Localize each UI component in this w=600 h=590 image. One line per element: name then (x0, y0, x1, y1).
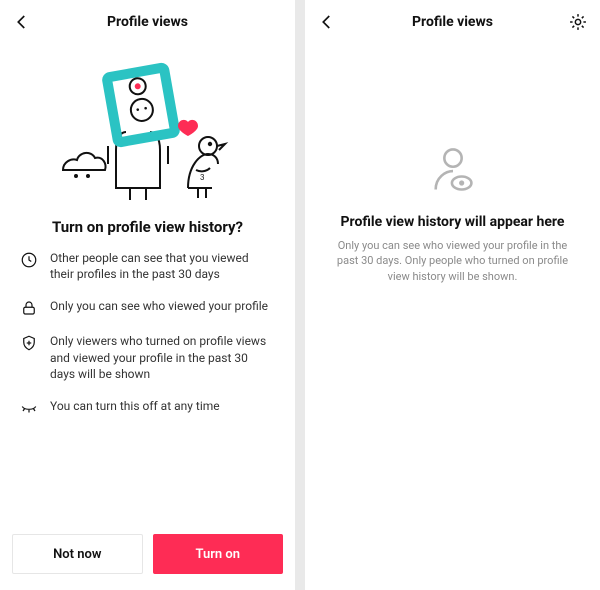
not-now-button[interactable]: Not now (12, 534, 143, 574)
feature-item: Only you can see who viewed your profile (20, 298, 275, 317)
back-button[interactable] (305, 0, 349, 44)
feature-item: Other people can see that you viewed the… (20, 250, 275, 282)
page-title: Profile views (107, 14, 188, 30)
feature-text: Other people can see that you viewed the… (50, 250, 275, 282)
empty-state: Profile view history will appear here On… (305, 44, 600, 284)
profile-eye-icon (427, 144, 479, 196)
topbar-left: Profile views (0, 0, 295, 44)
empty-title: Profile view history will appear here (341, 214, 565, 230)
feature-item: Only viewers who turned on profile views… (20, 333, 275, 382)
settings-button[interactable] (556, 0, 600, 44)
onboarding-heading: Turn on profile view history? (0, 218, 295, 236)
clock-icon (20, 251, 38, 269)
chevron-left-icon (318, 13, 336, 31)
lock-icon (20, 299, 38, 317)
feature-text: You can turn this off at any time (50, 398, 220, 414)
eyelash-icon (20, 399, 38, 417)
topbar-right: Profile views (305, 0, 600, 44)
chevron-left-icon (13, 13, 31, 31)
heart-icon (178, 120, 198, 136)
bird-doodle: 3 (188, 137, 225, 198)
empty-body: Only you can see who viewed your profile… (333, 238, 572, 284)
feature-text: Only you can see who viewed your profile (50, 298, 268, 314)
cloud-doodle (63, 153, 106, 177)
button-row: Not now Turn on (0, 524, 295, 590)
page-title: Profile views (412, 14, 493, 30)
svg-text:3: 3 (200, 173, 205, 182)
feature-list: Other people can see that you viewed the… (0, 250, 295, 417)
back-button[interactable] (0, 0, 44, 44)
feature-item: You can turn this off at any time (20, 398, 275, 417)
gear-icon (568, 12, 588, 32)
onboarding-panel: Profile views (0, 0, 295, 590)
history-panel: Profile views Profile view history will … (305, 0, 600, 590)
turn-on-button[interactable]: Turn on (153, 534, 284, 574)
picture-frame (106, 67, 175, 142)
shield-icon (20, 334, 38, 352)
feature-text: Only viewers who turned on profile views… (50, 333, 275, 382)
onboarding-illustration: 3 (0, 62, 295, 202)
